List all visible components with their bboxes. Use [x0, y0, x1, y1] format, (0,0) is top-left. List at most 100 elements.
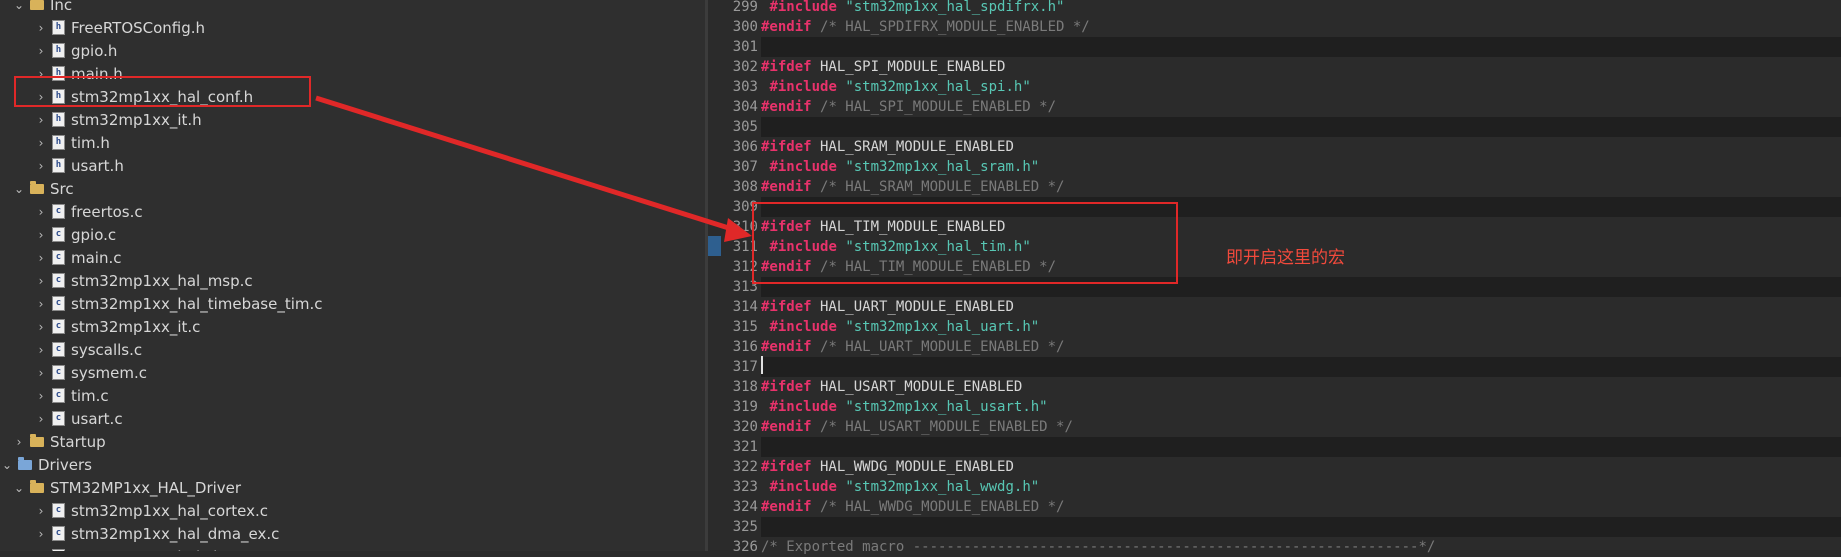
tree-item-label: stm32mp1xx_hal_dma.c [71, 548, 254, 552]
chevron-right-icon[interactable]: › [34, 44, 48, 58]
chevron-right-icon[interactable]: › [34, 366, 48, 380]
chevron-right-icon[interactable]: › [34, 320, 48, 334]
chevron-right-icon[interactable]: › [34, 251, 48, 265]
code-line[interactable] [761, 37, 1841, 57]
code-line[interactable]: #endif /* HAL_SPI_MODULE_ENABLED */ [761, 97, 1841, 117]
tree-item[interactable]: › h usart.h [0, 154, 705, 177]
code-line[interactable]: #ifdef HAL_SPI_MODULE_ENABLED [761, 57, 1841, 77]
line-number: 325 [732, 519, 758, 535]
chevron-down-icon[interactable]: ⌄ [12, 0, 26, 12]
tree-item[interactable]: ⌄ Src [0, 177, 705, 200]
tree-item[interactable]: › h stm32mp1xx_it.h [0, 108, 705, 131]
line-number: 320 [732, 419, 758, 435]
chevron-right-icon[interactable]: › [34, 205, 48, 219]
tree-item[interactable]: ›cstm32mp1xx_hal_dma.c [0, 545, 705, 551]
code-line[interactable]: /* Exported macro ----------------------… [761, 537, 1841, 557]
code-line[interactable]: #ifdef HAL_WWDG_MODULE_ENABLED [761, 457, 1841, 477]
code-token: #endif [761, 99, 812, 115]
code-token: #ifdef [761, 59, 812, 75]
tree-item[interactable]: › c syscalls.c [0, 338, 705, 361]
tree-item-label: stm32mp1xx_it.h [71, 110, 202, 129]
c-source-file-icon: c [52, 273, 65, 288]
line-number: 314 [732, 299, 758, 315]
code-line[interactable] [761, 437, 1841, 457]
tree-item[interactable]: › c gpio.c [0, 223, 705, 246]
code-line[interactable]: #include "stm32mp1xx_hal_spdifrx.h" [761, 0, 1841, 17]
code-line[interactable]: #include "stm32mp1xx_hal_sram.h" [761, 157, 1841, 177]
tree-item[interactable]: › c usart.c [0, 407, 705, 430]
tree-item[interactable]: › c main.c [0, 246, 705, 269]
c-source-file-icon: c [52, 503, 65, 518]
code-line[interactable]: #ifdef HAL_SRAM_MODULE_ENABLED [761, 137, 1841, 157]
tree-item-label: tim.c [71, 386, 109, 405]
highlight-box-tim-module [752, 202, 1178, 284]
c-source-file-icon: c [52, 342, 65, 357]
chevron-right-icon[interactable]: › [34, 136, 48, 150]
chevron-right-icon[interactable]: › [34, 21, 48, 35]
code-token: /* HAL_SPDIFRX_MODULE_ENABLED */ [820, 19, 1090, 35]
chevron-right-icon[interactable]: › [34, 274, 48, 288]
chevron-right-icon[interactable]: › [34, 527, 48, 541]
line-number: 302 [732, 59, 758, 75]
code-line[interactable]: #include "stm32mp1xx_hal_wwdg.h" [761, 477, 1841, 497]
tree-item[interactable]: › c sysmem.c [0, 361, 705, 384]
code-line[interactable]: #include "stm32mp1xx_hal_usart.h" [761, 397, 1841, 417]
code-token: #ifdef [761, 459, 812, 475]
chevron-right-icon[interactable]: › [34, 113, 48, 127]
tree-item[interactable]: › c stm32mp1xx_hal_cortex.c [0, 499, 705, 522]
chevron-right-icon[interactable]: › [12, 435, 26, 449]
tree-item[interactable]: ⌄ Inc [0, 0, 705, 16]
code-token: #include [769, 159, 837, 175]
code-token: "stm32mp1xx_hal_spi.h" [845, 79, 1031, 95]
code-line[interactable] [761, 357, 1841, 377]
code-line[interactable]: #endif /* HAL_UART_MODULE_ENABLED */ [761, 337, 1841, 357]
tree-item[interactable]: ⌄ STM32MP1xx_HAL_Driver [0, 476, 705, 499]
tree-item[interactable]: › h tim.h [0, 131, 705, 154]
tree-item[interactable]: › c tim.c [0, 384, 705, 407]
code-line[interactable]: #ifdef HAL_USART_MODULE_ENABLED [761, 377, 1841, 397]
tree-item[interactable]: › Startup [0, 430, 705, 453]
c-source-file-icon: c [52, 204, 65, 219]
chevron-right-icon[interactable]: › [34, 412, 48, 426]
chevron-right-icon[interactable]: › [34, 504, 48, 518]
code-line[interactable]: #include "stm32mp1xx_hal_spi.h" [761, 77, 1841, 97]
chevron-right-icon[interactable]: › [34, 297, 48, 311]
code-line[interactable]: #endif /* HAL_SPDIFRX_MODULE_ENABLED */ [761, 17, 1841, 37]
tree-item-label: main.c [71, 248, 122, 267]
code-token: "stm32mp1xx_hal_wwdg.h" [845, 479, 1040, 495]
c-source-file-icon: c [52, 296, 65, 311]
code-line[interactable] [761, 117, 1841, 137]
code-token: /* HAL_USART_MODULE_ENABLED */ [820, 419, 1073, 435]
tree-item[interactable]: › c stm32mp1xx_it.c [0, 315, 705, 338]
code-line[interactable]: #endif /* HAL_USART_MODULE_ENABLED */ [761, 417, 1841, 437]
tree-item[interactable]: ⌄ Drivers [0, 453, 705, 476]
tree-item[interactable]: › c stm32mp1xx_hal_timebase_tim.c [0, 292, 705, 315]
code-line[interactable]: #ifdef HAL_UART_MODULE_ENABLED [761, 297, 1841, 317]
tree-item-label: freertos.c [71, 202, 143, 221]
overview-ruler [708, 0, 721, 551]
tree-item-label: stm32mp1xx_it.c [71, 317, 201, 336]
chevron-right-icon[interactable]: › [34, 343, 48, 357]
folder-icon [30, 180, 44, 194]
tree-item[interactable]: › c stm32mp1xx_hal_dma_ex.c [0, 522, 705, 545]
code-token: "stm32mp1xx_hal_spdifrx.h" [845, 0, 1065, 15]
tree-item[interactable]: › c stm32mp1xx_hal_msp.c [0, 269, 705, 292]
chevron-right-icon[interactable]: › [34, 389, 48, 403]
code-line[interactable]: #endif /* HAL_WWDG_MODULE_ENABLED */ [761, 497, 1841, 517]
chevron-down-icon[interactable]: ⌄ [12, 481, 26, 495]
chevron-down-icon[interactable]: ⌄ [12, 182, 26, 196]
tree-item-label: stm32mp1xx_hal_dma_ex.c [71, 524, 280, 543]
tree-item-label: tim.h [71, 133, 110, 152]
chevron-down-icon[interactable]: ⌄ [0, 458, 14, 472]
code-line[interactable]: #endif /* HAL_SRAM_MODULE_ENABLED */ [761, 177, 1841, 197]
code-line[interactable] [761, 517, 1841, 537]
line-number: 317 [732, 359, 758, 375]
tree-item[interactable]: › h gpio.h [0, 39, 705, 62]
code-token: #endif [761, 179, 812, 195]
line-number: 316 [732, 339, 758, 355]
chevron-right-icon[interactable]: › [34, 159, 48, 173]
tree-item[interactable]: › c freertos.c [0, 200, 705, 223]
code-line[interactable]: #include "stm32mp1xx_hal_uart.h" [761, 317, 1841, 337]
chevron-right-icon[interactable]: › [34, 228, 48, 242]
tree-item[interactable]: › h FreeRTOSConfig.h [0, 16, 705, 39]
